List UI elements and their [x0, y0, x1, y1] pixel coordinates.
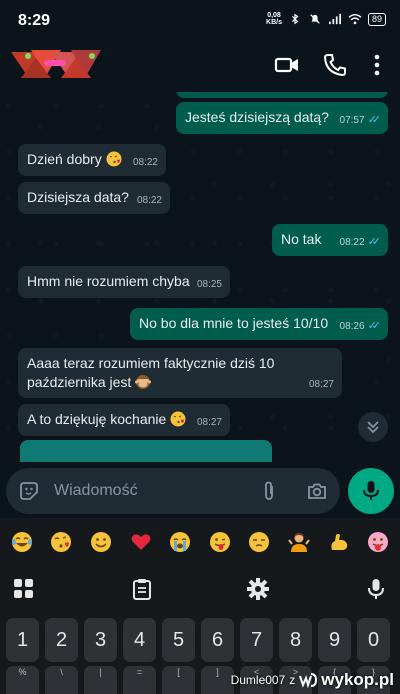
clipboard-icon[interactable]: [130, 577, 154, 601]
contact-avatar-censored[interactable]: [6, 44, 106, 84]
status-icons: 0,08 KB/s 89: [266, 12, 386, 26]
key-0[interactable]: 0: [357, 618, 390, 662]
video-call-icon[interactable]: [274, 52, 300, 78]
kissing-heart-emoji-icon[interactable]: [50, 531, 72, 553]
network-speed-unit: KB/s: [266, 19, 282, 26]
settings-gear-icon[interactable]: [246, 577, 270, 601]
emoji-suggestion-row: [0, 518, 400, 566]
message-input-bar: Wiadomość: [0, 462, 400, 518]
message-bubble-out[interactable]: No tak 08:22 ✓✓: [272, 224, 388, 256]
watermark-sep: z: [289, 673, 296, 687]
loudly-crying-emoji-icon[interactable]: [169, 531, 191, 553]
message-text: A to dziękuję kochanie: [27, 411, 167, 427]
kissing-heart-emoji-icon: [170, 411, 186, 427]
message-text-line1: Aaaa teraz rozumiem faktycznie dziś 10: [27, 355, 275, 371]
red-heart-emoji-icon[interactable]: [130, 531, 152, 553]
voice-call-icon[interactable]: [322, 52, 348, 78]
key-5[interactable]: 5: [162, 618, 195, 662]
message-bubble-in[interactable]: Aaaa teraz rozumiem faktycznie dziś 10 p…: [18, 348, 342, 398]
tears-of-joy-emoji-icon[interactable]: [11, 531, 33, 553]
bluetooth-icon: [291, 13, 299, 25]
more-options-icon[interactable]: [364, 52, 390, 78]
message-time: 08:27: [196, 417, 222, 428]
chat-area[interactable]: 07:57✓✓ Jesteś dzisiejszą datą? 07:57✓✓ …: [0, 92, 400, 462]
voice-message-button[interactable]: [348, 468, 394, 514]
watermark-user: Dumle007: [230, 673, 286, 687]
key-3[interactable]: 3: [84, 618, 117, 662]
sticker-icon[interactable]: [18, 480, 40, 502]
tongue-wink-emoji-icon[interactable]: [209, 531, 231, 553]
key-q[interactable]: %: [6, 666, 39, 694]
message-time: 08:27: [308, 379, 334, 390]
message-text: Hmm nie rozumiem chyba: [27, 273, 190, 289]
key-6[interactable]: 6: [201, 618, 234, 662]
camera-icon[interactable]: [306, 480, 328, 502]
message-text-line2: października jest: [27, 374, 132, 390]
message-time-hidden: 07:57✓✓: [340, 92, 380, 96]
apps-grid-icon[interactable]: [12, 577, 36, 601]
message-time: 08:22: [132, 157, 158, 168]
key-4[interactable]: 4: [123, 618, 156, 662]
flexed-biceps-emoji-icon[interactable]: [328, 531, 350, 553]
key-y[interactable]: ]: [201, 666, 234, 694]
network-speed: 0,08 KB/s: [266, 12, 282, 26]
attachment-paperclip-icon[interactable]: [258, 480, 280, 502]
chat-header: [0, 38, 400, 92]
key-r[interactable]: =: [123, 666, 156, 694]
unamused-emoji-icon[interactable]: [248, 531, 270, 553]
message-bubble-partial[interactable]: [20, 440, 272, 462]
message-bubble-in[interactable]: A to dziękuję kochanie 08:27: [18, 404, 230, 436]
read-ticks-icon: ✓✓: [367, 320, 382, 332]
key-e[interactable]: |: [84, 666, 117, 694]
person-shrugging-emoji-icon[interactable]: [288, 531, 310, 553]
read-ticks-icon: ✓✓: [367, 236, 382, 248]
see-no-evil-monkey-emoji-icon: [135, 375, 152, 389]
network-speed-value: 0,08: [267, 12, 281, 19]
key-w[interactable]: \: [45, 666, 78, 694]
wykop-logo-icon: [299, 673, 318, 688]
message-time: 08:22 ✓✓: [340, 233, 382, 252]
message-bubble-in[interactable]: Dzisiejsza data? 08:22: [18, 182, 170, 214]
watermark: Dumle007 z wykop.pl: [231, 670, 394, 690]
keyboard-microphone-icon[interactable]: [364, 577, 388, 601]
message-text: Dzisiejsza data?: [27, 189, 129, 205]
battery-indicator: 89: [367, 12, 386, 26]
smile-emoji-icon[interactable]: [90, 531, 112, 553]
message-input-field[interactable]: Wiadomość: [6, 468, 340, 514]
message-time: 08:22: [136, 195, 162, 206]
key-1[interactable]: 1: [6, 618, 39, 662]
key-t[interactable]: [: [162, 666, 195, 694]
status-time: 8:29: [18, 12, 51, 29]
microphone-icon: [363, 481, 379, 500]
message-bubble-out[interactable]: Jesteś dzisiejszą datą? 07:57 ✓✓: [176, 102, 388, 134]
message-time: 07:57 ✓✓: [340, 111, 382, 130]
message-bubble-hidden[interactable]: 07:57✓✓: [176, 92, 388, 98]
message-bubble-in[interactable]: Hmm nie rozumiem chyba 08:25: [18, 266, 230, 298]
read-ticks-icon: ✓✓: [367, 114, 382, 126]
key-7[interactable]: 7: [240, 618, 273, 662]
message-text: Jesteś dzisiejszą datą?: [185, 109, 329, 125]
double-chevron-down-icon: [367, 421, 379, 434]
message-bubble-out[interactable]: No bo dla mnie to jesteś 10/10 08:26 ✓✓: [130, 308, 388, 340]
kissing-heart-emoji-icon: [106, 151, 122, 167]
message-time: 08:26 ✓✓: [340, 317, 382, 336]
scroll-to-bottom-button[interactable]: [358, 412, 388, 442]
signal-icon: [328, 13, 341, 25]
watermark-brand: wykop.pl: [321, 670, 394, 689]
message-time: 08:25: [196, 279, 222, 290]
message-bubble-in[interactable]: Dzień dobry 08:22: [18, 144, 166, 176]
message-text: Dzień dobry: [27, 151, 102, 167]
message-input-placeholder[interactable]: Wiadomość: [54, 482, 138, 500]
keyboard-toolbar: [0, 566, 400, 612]
message-text: No tak: [281, 231, 322, 247]
key-9[interactable]: 9: [318, 618, 351, 662]
status-bar: 8:29 0,08 KB/s 89: [0, 0, 400, 38]
message-text: No bo dla mnie to jesteś 10/10: [139, 315, 329, 331]
key-2[interactable]: 2: [45, 618, 78, 662]
key-8[interactable]: 8: [279, 618, 312, 662]
mute-bell-icon: [310, 14, 320, 24]
wifi-icon: [348, 14, 362, 25]
tongue-face-emoji-icon[interactable]: [367, 531, 389, 553]
